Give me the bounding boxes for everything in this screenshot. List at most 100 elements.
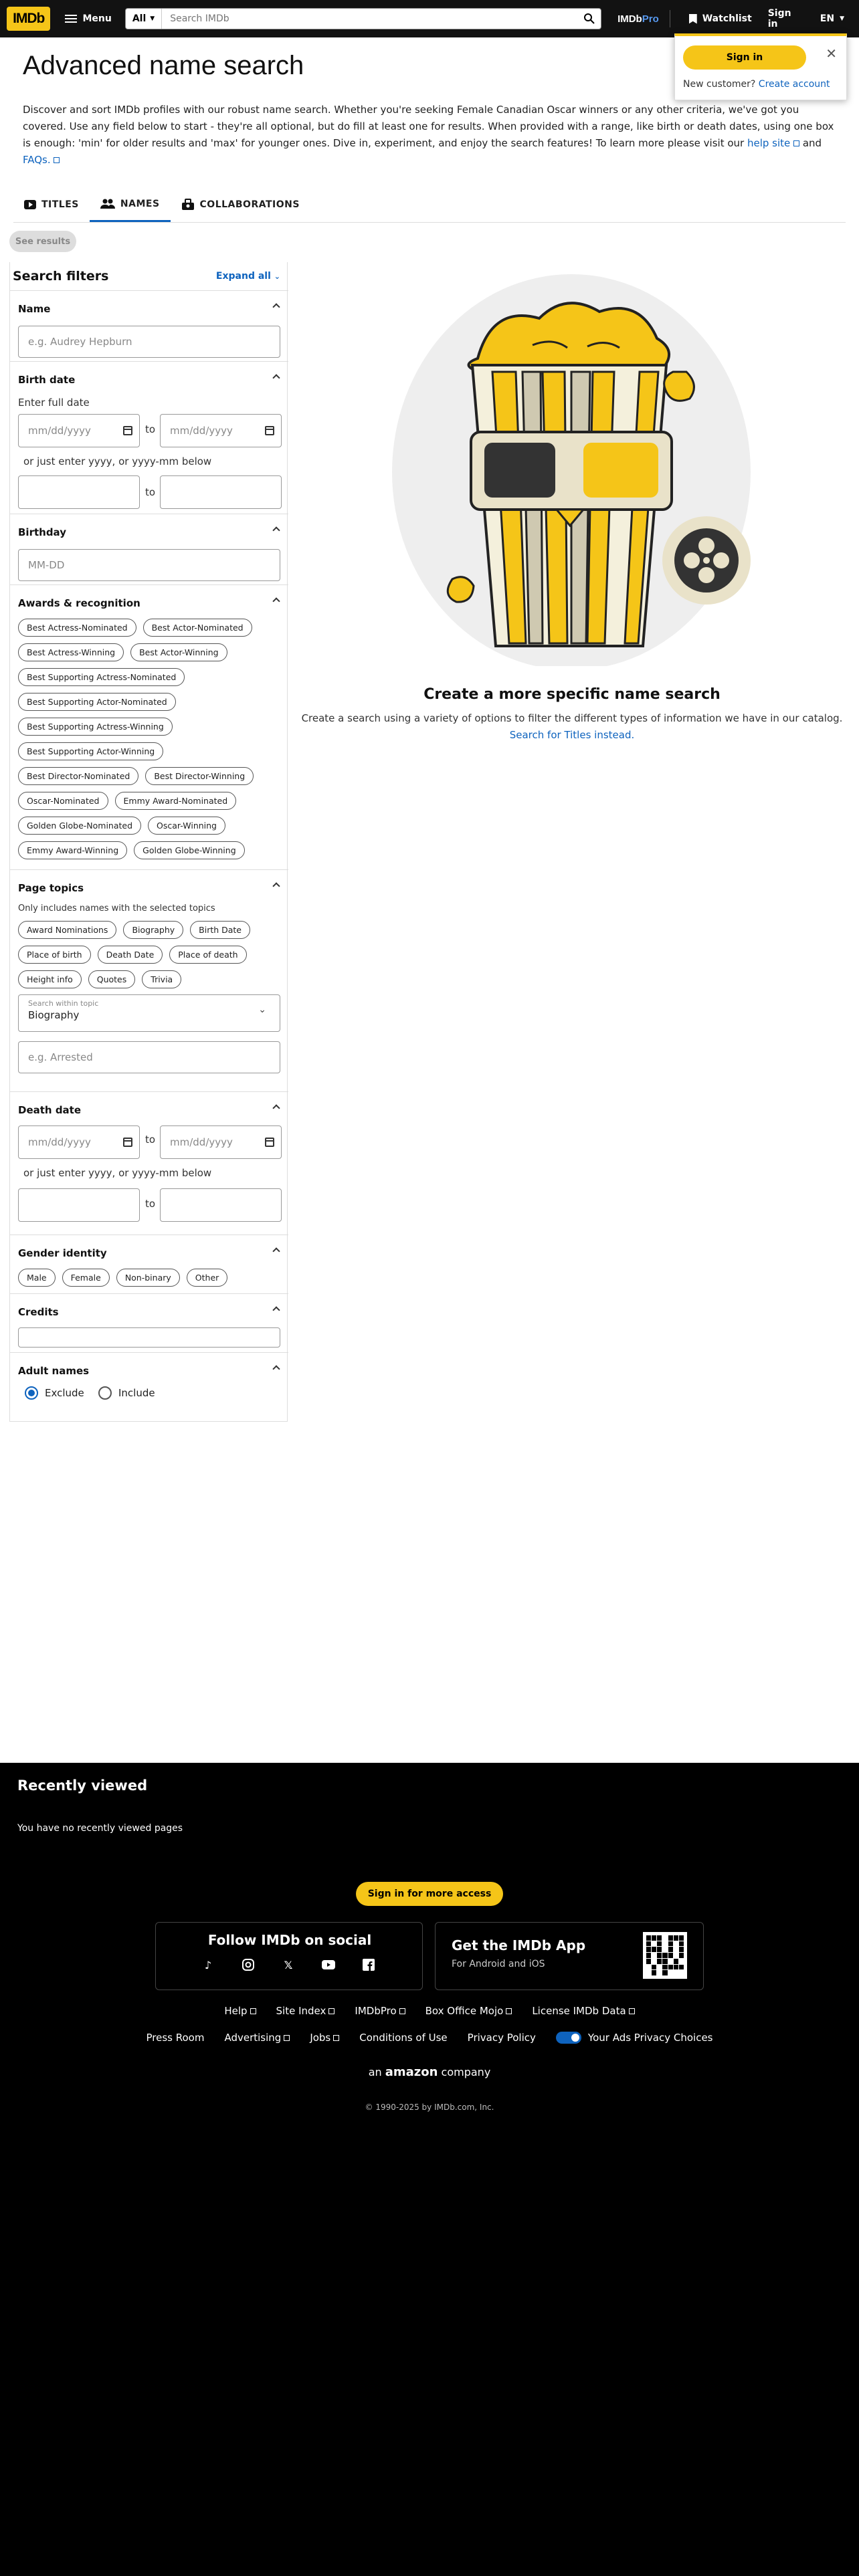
tab-names[interactable]: NAMES — [89, 187, 171, 222]
filter-chip[interactable]: Best Supporting Actor-Winning — [18, 742, 164, 760]
calendar-icon[interactable] — [123, 1138, 132, 1147]
filter-chip[interactable]: Golden Globe-Nominated — [18, 817, 142, 835]
filter-chip[interactable]: Best Supporting Actress-Nominated — [18, 668, 185, 686]
filter-chip[interactable]: Emmy Award-Nominated — [114, 792, 237, 810]
search-category-dropdown[interactable]: All ▼ — [126, 9, 163, 29]
footer-link[interactable]: Help — [224, 2005, 256, 2017]
filter-chip[interactable]: Non-binary — [116, 1269, 180, 1287]
chevron-up-icon[interactable] — [272, 1365, 280, 1373]
tab-titles[interactable]: TITLES — [13, 187, 90, 222]
calendar-icon[interactable] — [123, 426, 132, 435]
filter-chip[interactable]: Male — [18, 1269, 56, 1287]
create-account-link[interactable]: Create account — [759, 79, 830, 90]
filter-chip[interactable]: Height info — [18, 970, 82, 988]
chevron-up-icon[interactable] — [272, 374, 280, 382]
expand-all-button[interactable]: Expand all ⌄ — [216, 271, 280, 282]
filter-chip[interactable]: Best Actress-Nominated — [18, 619, 136, 637]
filter-chip[interactable]: Female — [62, 1269, 110, 1287]
section-title[interactable]: Death date — [18, 1104, 81, 1116]
footer-link[interactable]: Conditions of Use — [359, 2032, 447, 2044]
section-title[interactable]: Name — [18, 303, 50, 315]
app-box[interactable]: Get the IMDb App For Android and iOS — [435, 1922, 704, 1990]
filter-chip[interactable]: Biography — [123, 921, 184, 939]
faqs-link[interactable]: FAQs. — [23, 154, 60, 166]
help-site-link[interactable]: help site — [747, 137, 800, 149]
youtube-icon[interactable] — [321, 1957, 336, 1972]
footer-link[interactable]: Site Index — [276, 2005, 335, 2017]
filter-chip[interactable]: Trivia — [142, 970, 182, 988]
birth-year-max-input[interactable] — [160, 475, 282, 509]
death-date-min-input[interactable]: mm/dd/yyyy — [18, 1125, 140, 1159]
calendar-icon[interactable] — [265, 426, 274, 435]
section-title[interactable]: Credits — [18, 1306, 59, 1318]
section-title[interactable]: Birth date — [18, 374, 75, 386]
chevron-up-icon[interactable] — [272, 1247, 280, 1255]
birth-date-max-input[interactable]: mm/dd/yyyy — [160, 414, 282, 447]
filter-chip[interactable]: Oscar-Winning — [148, 817, 225, 835]
chevron-up-icon[interactable] — [272, 303, 280, 311]
filter-chip[interactable]: Quotes — [88, 970, 136, 988]
chevron-up-icon[interactable] — [272, 526, 280, 534]
footer-link[interactable]: Press Room — [146, 2032, 204, 2044]
search-titles-link[interactable]: Search for Titles instead. — [510, 729, 635, 741]
footer-link[interactable]: IMDbPro — [355, 2005, 405, 2017]
section-title[interactable]: Gender identity — [18, 1247, 107, 1259]
x-icon[interactable]: 𝕏 — [281, 1957, 296, 1972]
section-title[interactable]: Birthday — [18, 526, 66, 538]
footer-link[interactable]: Jobs — [310, 2032, 340, 2044]
footer-link[interactable]: Privacy Policy — [468, 2032, 536, 2044]
chevron-up-icon[interactable] — [272, 1104, 280, 1112]
filter-chip[interactable]: Best Director-Winning — [145, 767, 254, 785]
footer-link[interactable]: Your Ads Privacy Choices — [555, 2032, 713, 2044]
search-input[interactable] — [162, 9, 579, 29]
include-radio[interactable]: Include — [98, 1386, 155, 1400]
see-results-button[interactable]: See results — [9, 231, 76, 252]
chevron-up-icon[interactable] — [272, 1306, 280, 1314]
footer-link[interactable]: Advertising — [224, 2032, 290, 2044]
section-title[interactable]: Adult names — [18, 1365, 89, 1377]
filter-chip[interactable]: Death Date — [97, 946, 163, 964]
death-year-min-input[interactable] — [18, 1188, 140, 1222]
credits-input[interactable] — [18, 1327, 280, 1348]
filter-chip[interactable]: Place of death — [169, 946, 247, 964]
facebook-icon[interactable] — [361, 1957, 376, 1972]
name-input[interactable]: e.g. Audrey Hepburn — [18, 326, 280, 358]
filter-chip[interactable]: Best Director-Nominated — [18, 767, 139, 785]
death-year-max-input[interactable] — [160, 1188, 282, 1222]
calendar-icon[interactable] — [265, 1138, 274, 1147]
search-within-topic-select[interactable]: Search within topic Biography ⌄ — [18, 994, 280, 1032]
death-date-max-input[interactable]: mm/dd/yyyy — [160, 1125, 282, 1159]
filter-chip[interactable]: Birth Date — [190, 921, 251, 939]
exclude-radio[interactable]: Exclude — [25, 1386, 84, 1400]
chevron-up-icon[interactable] — [272, 882, 280, 890]
tab-collaborations[interactable]: COLLABORATIONS — [171, 187, 310, 222]
filter-chip[interactable]: Award Nominations — [18, 921, 117, 939]
filter-chip[interactable]: Best Actor-Winning — [130, 643, 227, 661]
watchlist-button[interactable]: Watchlist — [681, 8, 760, 29]
footer-link[interactable]: License IMDb Data — [532, 2005, 635, 2017]
imdbpro-link[interactable]: IMDbPro — [617, 13, 659, 25]
filter-chip[interactable]: Best Supporting Actress-Winning — [18, 718, 173, 736]
filter-chip[interactable]: Golden Globe-Winning — [134, 841, 245, 859]
filter-chip[interactable]: Best Actress-Winning — [18, 643, 124, 661]
close-icon[interactable]: ✕ — [826, 45, 837, 62]
search-button[interactable] — [578, 13, 601, 25]
footer-link[interactable]: Box Office Mojo — [425, 2005, 512, 2017]
birthday-input[interactable]: MM-DD — [18, 549, 280, 581]
signin-link[interactable]: Sign in — [760, 3, 812, 35]
birth-date-min-input[interactable]: mm/dd/yyyy — [18, 414, 140, 447]
section-title[interactable]: Page topics — [18, 882, 84, 894]
filter-chip[interactable]: Place of birth — [18, 946, 91, 964]
filter-chip[interactable]: Emmy Award-Winning — [18, 841, 128, 859]
filter-chip[interactable]: Oscar-Nominated — [18, 792, 108, 810]
language-dropdown[interactable]: EN ▼ — [812, 8, 852, 29]
imdb-logo[interactable]: IMDb — [7, 7, 51, 31]
section-title[interactable]: Awards & recognition — [18, 597, 140, 609]
filter-chip[interactable]: Best Supporting Actor-Nominated — [18, 693, 176, 711]
footer-signin-button[interactable]: Sign in for more access — [356, 1882, 503, 1906]
instagram-icon[interactable] — [241, 1957, 256, 1972]
topic-text-input[interactable]: e.g. Arrested — [18, 1041, 280, 1073]
filter-chip[interactable]: Other — [186, 1269, 228, 1287]
chevron-up-icon[interactable] — [272, 597, 280, 605]
filter-chip[interactable]: Best Actor-Nominated — [142, 619, 252, 637]
